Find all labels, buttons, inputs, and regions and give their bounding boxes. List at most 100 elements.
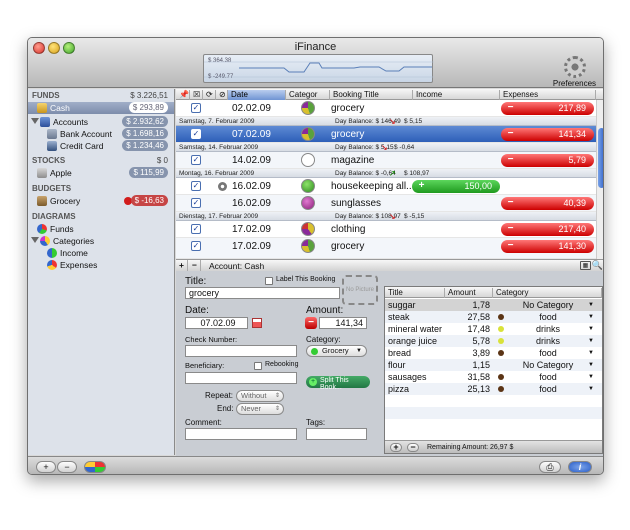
column-title[interactable]: Booking Title [330, 90, 413, 100]
items-column-title[interactable]: Title [385, 288, 445, 298]
add-booking-button[interactable]: + [176, 260, 188, 271]
item-amount: 3,89 [472, 348, 490, 358]
row-checkbox[interactable]: ✓ [191, 129, 201, 139]
disclosure-triangle-icon[interactable] [31, 118, 39, 124]
plus-icon: + [309, 378, 317, 386]
calendar-icon[interactable] [252, 318, 262, 328]
item-amount: 5,78 [472, 336, 490, 346]
pin-column-icon[interactable]: 📌 [176, 90, 190, 100]
column-expenses[interactable]: Expenses [500, 90, 596, 100]
table-scrollbar[interactable] [596, 100, 603, 260]
row-title: housekeeping all... [331, 181, 415, 192]
list-item[interactable]: steak 27,58 food ▼ [385, 311, 602, 323]
print-icon[interactable]: ⎙ [539, 461, 561, 473]
chevron-down-icon[interactable]: ▼ [588, 371, 594, 383]
chevron-down-icon[interactable]: ▼ [588, 335, 594, 347]
attachment-column-icon[interactable]: ⊘ [216, 90, 228, 100]
item-title: orange juice [388, 336, 438, 346]
list-item[interactable]: pizza 25,13 food ▼ [385, 383, 602, 395]
row-checkbox[interactable]: ✓ [191, 103, 201, 113]
repeat-popup[interactable]: Without ⇕ [236, 390, 284, 402]
remove-item-button[interactable]: − [407, 443, 419, 452]
list-item[interactable]: suggar 1,78 No Category ▼ [385, 299, 602, 311]
row-checkbox[interactable]: ✓ [191, 198, 201, 208]
row-date: 17.02.09 [232, 224, 271, 235]
scrollbar-thumb[interactable] [598, 128, 603, 188]
table-row[interactable]: ✓ 16.02.09 housekeeping all... +150,00 [176, 178, 596, 195]
preferences-button[interactable]: Preferences [552, 56, 597, 88]
list-item[interactable]: mineral water 17,48 drinks ▼ [385, 323, 602, 335]
list-item [385, 395, 602, 407]
table-row[interactable]: ✓ 02.02.09 grocery − 217,89 [176, 100, 596, 117]
table-row[interactable]: ✓ 17.02.09 clothing − 217,40 [176, 221, 596, 238]
sidebar-item-categories-diagram[interactable]: Categories [28, 235, 174, 247]
rebooking-checkbox[interactable] [254, 362, 262, 370]
list-item[interactable]: sausages 31,58 food ▼ [385, 371, 602, 383]
checked-column-icon[interactable]: ☒ [190, 90, 203, 100]
sidebar-item-apple[interactable]: Apple $ 115,99 [28, 167, 174, 179]
columns-icon[interactable]: ▦ [580, 261, 591, 270]
sidebar-item-accounts[interactable]: Accounts $ 2.932,62 [28, 116, 174, 128]
end-value: Never [241, 404, 262, 413]
list-item[interactable]: orange juice 5,78 drinks ▼ [385, 335, 602, 347]
color-icon[interactable] [84, 461, 106, 473]
list-item[interactable]: flour 1,15 No Category ▼ [385, 359, 602, 371]
add-item-sidebar-button[interactable]: + [36, 461, 56, 473]
item-title: pizza [388, 384, 410, 394]
title-field[interactable]: grocery [185, 287, 340, 299]
chevron-down-icon[interactable]: ▼ [588, 323, 594, 335]
date-field[interactable]: 07.02.09 [185, 317, 248, 329]
info-icon[interactable]: i [568, 461, 592, 473]
check-number-field[interactable] [185, 345, 297, 357]
sidebar-item-funds-diagram[interactable]: Funds [28, 223, 174, 235]
table-row[interactable]: ✓ 17.02.09 grocery − 141,30 [176, 238, 596, 259]
chevron-down-icon[interactable]: ▼ [588, 359, 594, 371]
pie-chart-icon [40, 236, 50, 246]
sidebar-item-cash[interactable]: Cash $ 293,89 [28, 102, 174, 114]
column-category[interactable]: Categor [286, 90, 330, 100]
sidebar-item-bank-account[interactable]: Bank Account $ 1.698,16 [28, 128, 174, 140]
remove-item-sidebar-button[interactable]: − [57, 461, 77, 473]
column-income[interactable]: Income [413, 90, 500, 100]
items-column-amount[interactable]: Amount [445, 288, 493, 298]
chevron-down-icon[interactable]: ▼ [588, 311, 594, 323]
row-checkbox[interactable]: ✓ [191, 241, 201, 251]
stock-icon [37, 168, 47, 178]
picture-drop-area[interactable]: No Picture [342, 275, 378, 305]
disclosure-triangle-icon[interactable] [31, 237, 39, 243]
row-date: 14.02.09 [232, 155, 271, 166]
list-item[interactable]: bread 3,89 food ▼ [385, 347, 602, 359]
sidebar-item-income-diagram[interactable]: Income [28, 247, 174, 259]
row-checkbox[interactable]: ✓ [191, 155, 201, 165]
sidebar-item-credit-card[interactable]: Credit Card $ 1.234,46 [28, 140, 174, 152]
sidebar-item-value: $ 1.698,16 [122, 128, 168, 139]
table-row[interactable]: ✓ 16.02.09 sunglasses − 40,39 [176, 195, 596, 212]
row-checkbox[interactable]: ✓ [191, 224, 201, 234]
chevron-down-icon: ▼ [356, 348, 362, 354]
table-row[interactable]: ✓ 14.02.09 magazine − 5,79 [176, 152, 596, 169]
search-icon[interactable]: 🔍 [592, 260, 603, 271]
chevron-down-icon[interactable]: ▼ [588, 347, 594, 359]
sidebar-item-expenses-diagram[interactable]: Expenses [28, 259, 174, 271]
repeat-column-icon[interactable]: ⟳ [203, 90, 216, 100]
minus-icon[interactable]: − [305, 317, 317, 329]
add-item-button[interactable]: + [390, 443, 402, 452]
chevron-down-icon[interactable]: ▼ [588, 383, 594, 395]
label-booking-checkbox[interactable] [265, 277, 273, 285]
sidebar-item-grocery-budget[interactable]: Grocery $ -16,63 [28, 195, 174, 207]
tags-field[interactable] [306, 428, 367, 440]
split-booking-button[interactable]: + Split This Book... [306, 376, 370, 391]
beneficiary-field[interactable] [185, 372, 297, 384]
row-checkbox[interactable]: ✓ [191, 181, 201, 191]
category-popup[interactable]: Grocery ▼ [306, 345, 367, 357]
comment-field[interactable] [185, 428, 297, 440]
table-row[interactable]: ✓ 07.02.09 grocery − 141,34 [176, 126, 596, 143]
column-date[interactable]: Date [228, 90, 286, 100]
amount-field[interactable]: 141,34 [319, 317, 367, 329]
chevron-down-icon[interactable]: ▼ [588, 299, 594, 311]
gear-icon [563, 56, 586, 78]
end-popup[interactable]: Never ⇕ [236, 403, 284, 415]
remove-booking-button[interactable]: − [189, 260, 201, 271]
item-category: drinks [535, 324, 560, 334]
items-column-category[interactable]: Category [493, 288, 602, 298]
